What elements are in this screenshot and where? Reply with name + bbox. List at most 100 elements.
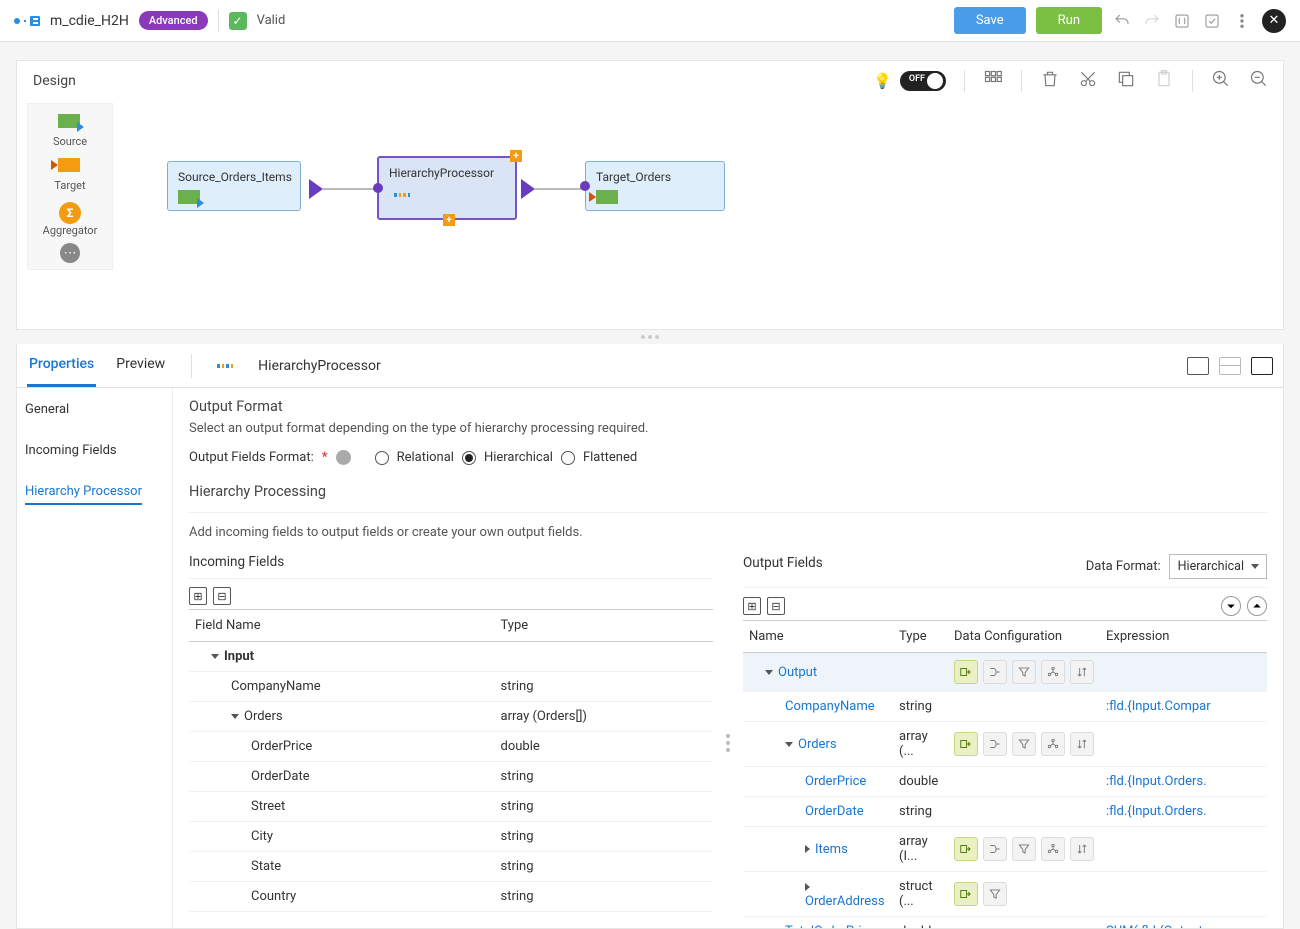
node-source[interactable]: Source_Orders_Items <box>167 161 301 211</box>
collapse-all-icon[interactable]: ⊟ <box>767 597 785 615</box>
output-format-desc: Select an output format depending on the… <box>189 421 1267 436</box>
canvas-area[interactable]: Source_Orders_Items + + HierarchyProcess… <box>127 111 1267 319</box>
view-single-icon[interactable] <box>1187 357 1209 375</box>
table-row[interactable]: CompanyName string :fld.{Input.Compar <box>743 692 1267 722</box>
undo-icon[interactable] <box>1112 11 1132 31</box>
table-row[interactable]: Ordersarray (Orders[]) <box>189 702 713 732</box>
run-button[interactable]: Run <box>1036 7 1102 34</box>
table-row[interactable]: OrderPricedouble <box>189 732 713 762</box>
table-row[interactable]: Streetstring <box>189 792 713 822</box>
add-bottom-icon[interactable]: + <box>443 214 455 226</box>
properties-content: Output Format Select an output format de… <box>173 388 1283 928</box>
view-full-icon[interactable] <box>1251 357 1273 375</box>
copy-icon[interactable] <box>1116 69 1136 93</box>
expand-circle-icon[interactable] <box>1221 596 1241 616</box>
groupby-icon[interactable] <box>1041 660 1065 684</box>
divider <box>218 10 219 32</box>
table-row[interactable]: Orders array (... <box>743 722 1267 767</box>
filter-icon[interactable] <box>1012 837 1036 861</box>
close-icon[interactable]: ✕ <box>1262 9 1286 33</box>
table-row[interactable]: Citystring <box>189 822 713 852</box>
table-row[interactable]: Countrystring <box>189 882 713 912</box>
collapse-all-icon[interactable]: ⊟ <box>213 587 231 605</box>
col-field-name[interactable]: Field Name <box>189 610 495 642</box>
palette-aggregator[interactable]: Σ Aggregator <box>28 198 112 241</box>
filter-icon[interactable] <box>1012 660 1036 684</box>
hp-crumb-icon <box>216 357 234 375</box>
input-port-icon[interactable] <box>580 181 590 191</box>
input-port-icon[interactable] <box>373 183 383 193</box>
table-row[interactable]: Statestring <box>189 852 713 882</box>
redo-icon[interactable] <box>1142 11 1162 31</box>
incoming-table: Field Name Type Input CompanyNamestring … <box>189 609 713 912</box>
menu-general[interactable]: General <box>25 402 164 421</box>
table-row[interactable]: OrderDate string :fld.{Input.Orders. <box>743 797 1267 827</box>
cut-icon[interactable] <box>1078 69 1098 93</box>
table-row[interactable]: OrderAddress struct (... <box>743 872 1267 917</box>
palette-more-icon[interactable]: ⋯ <box>60 243 80 263</box>
col-type[interactable]: Type <box>893 621 948 653</box>
join-icon[interactable] <box>983 732 1007 756</box>
tab-preview[interactable]: Preview <box>114 344 167 387</box>
transformation-palette: Source Target Σ Aggregator ⋯ <box>27 103 113 270</box>
paste-icon[interactable] <box>1154 69 1174 93</box>
table-row[interactable]: Output <box>743 653 1267 692</box>
incoming-title: Incoming Fields <box>189 554 713 570</box>
data-source-icon[interactable] <box>954 882 978 906</box>
node-target[interactable]: Target_Orders <box>585 161 725 211</box>
radio-flattened[interactable] <box>561 451 575 465</box>
zoom-in-icon[interactable] <box>1211 69 1231 93</box>
palette-target[interactable]: Target <box>28 154 112 196</box>
trash-icon[interactable] <box>1040 69 1060 93</box>
data-source-icon[interactable] <box>954 732 978 756</box>
col-type[interactable]: Type <box>495 610 714 642</box>
radio-hierarchical[interactable] <box>462 451 476 465</box>
collapse-circle-icon[interactable] <box>1247 596 1267 616</box>
filter-icon[interactable] <box>1012 732 1036 756</box>
table-row[interactable]: CompanyNamestring <box>189 672 713 702</box>
param-icon[interactable] <box>1172 11 1192 31</box>
filter-icon[interactable] <box>983 882 1007 906</box>
orderby-icon[interactable] <box>1070 837 1094 861</box>
tab-properties[interactable]: Properties <box>27 344 96 387</box>
table-row[interactable]: TotalOrderPrice double SUM(:fld.{Output. <box>743 917 1267 929</box>
data-source-icon[interactable] <box>954 660 978 684</box>
arrange-icon[interactable] <box>983 69 1003 93</box>
col-expression[interactable]: Expression <box>1100 621 1267 653</box>
hp-section-desc: Add incoming fields to output fields or … <box>189 525 1267 540</box>
col-data-config[interactable]: Data Configuration <box>948 621 1100 653</box>
vertical-splitter[interactable] <box>726 734 730 752</box>
horizontal-splitter[interactable] <box>0 330 1300 344</box>
menu-incoming-fields[interactable]: Incoming Fields <box>25 443 164 462</box>
zoom-out-icon[interactable] <box>1249 69 1269 93</box>
orderby-icon[interactable] <box>1070 732 1094 756</box>
groupby-icon[interactable] <box>1041 732 1065 756</box>
radio-relational[interactable] <box>375 451 389 465</box>
data-format-select[interactable]: Hierarchical <box>1169 554 1267 579</box>
expand-all-icon[interactable]: ⊞ <box>743 597 761 615</box>
join-icon[interactable] <box>983 660 1007 684</box>
palette-source[interactable]: Source <box>28 110 112 152</box>
add-top-icon[interactable]: + <box>510 150 522 162</box>
col-name[interactable]: Name <box>743 621 893 653</box>
node-hierarchy-processor[interactable]: + + HierarchyProcessor <box>377 156 517 220</box>
table-row[interactable]: OrderDatestring <box>189 762 713 792</box>
mapping-icon <box>14 16 40 26</box>
info-icon[interactable] <box>336 450 351 465</box>
view-mode-icons <box>1187 357 1273 375</box>
validate-icon[interactable] <box>1202 11 1222 31</box>
design-toolbar: 💡 OFF <box>873 69 1269 93</box>
table-row[interactable]: Items array (I... <box>743 827 1267 872</box>
table-row[interactable]: OrderPrice double :fld.{Input.Orders. <box>743 767 1267 797</box>
groupby-icon[interactable] <box>1041 837 1065 861</box>
orderby-icon[interactable] <box>1070 660 1094 684</box>
expand-all-icon[interactable]: ⊞ <box>189 587 207 605</box>
save-button[interactable]: Save <box>954 7 1026 34</box>
table-row[interactable]: Input <box>189 642 713 672</box>
hints-toggle[interactable]: OFF <box>900 71 946 91</box>
menu-hierarchy-processor[interactable]: Hierarchy Processor <box>25 484 142 505</box>
join-icon[interactable] <box>983 837 1007 861</box>
view-split-icon[interactable] <box>1219 357 1241 375</box>
data-source-icon[interactable] <box>954 837 978 861</box>
kebab-menu-icon[interactable] <box>1232 11 1252 31</box>
